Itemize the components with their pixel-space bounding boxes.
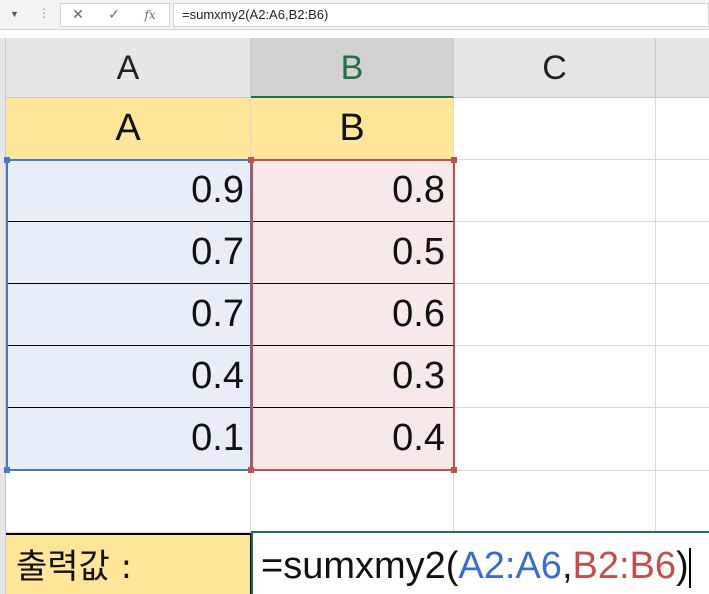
cell-b4[interactable]: 0.6 <box>251 284 454 346</box>
cell-d1[interactable] <box>656 98 709 160</box>
cell-c3[interactable] <box>454 222 656 284</box>
text-cursor <box>688 547 691 588</box>
cell-c1[interactable] <box>454 98 656 160</box>
formula-suffix: ) <box>676 545 689 587</box>
cell-a7[interactable] <box>6 471 251 533</box>
column-header-a[interactable]: A <box>6 38 251 98</box>
cell-b5[interactable]: 0.3 <box>251 346 454 408</box>
cell-b1[interactable]: B <box>251 98 454 160</box>
formula-bar: ▼ ⋮ ✕ ✓ fx =sumxmy2(A2:A6,B2:B6) <box>0 0 709 30</box>
more-options-icon[interactable]: ⋮ <box>38 6 50 20</box>
cell-b3[interactable]: 0.5 <box>251 222 454 284</box>
formula-buttons: ✕ ✓ fx <box>60 3 170 27</box>
formula-edit-cell[interactable]: =sumxmy2(A2:A6,B2:B6) <box>251 531 709 594</box>
range-b-handle-bl[interactable] <box>248 467 254 473</box>
formula-comma: , <box>561 545 573 587</box>
cell-d4[interactable] <box>656 284 709 346</box>
formula-prefix: =sumxmy2( <box>261 545 459 587</box>
cell-a3[interactable]: 0.7 <box>6 222 251 284</box>
close-icon[interactable]: ✕ <box>69 6 87 23</box>
formula-input[interactable]: =sumxmy2(A2:A6,B2:B6) <box>173 3 709 27</box>
cell-d6[interactable] <box>656 408 709 471</box>
cell-a4[interactable]: 0.7 <box>6 284 251 346</box>
range-a-handle-bl[interactable] <box>4 467 10 473</box>
cell-d2[interactable] <box>656 160 709 222</box>
insert-function-button[interactable]: fx <box>141 8 159 22</box>
cell-a5[interactable]: 0.4 <box>6 346 251 408</box>
column-header-b[interactable]: B <box>251 38 454 98</box>
cell-a6[interactable]: 0.1 <box>6 408 251 471</box>
toolbar-separator <box>0 30 709 38</box>
check-icon[interactable]: ✓ <box>105 6 123 23</box>
cell-c6[interactable] <box>454 408 656 471</box>
cell-b2[interactable]: 0.8 <box>251 160 454 222</box>
cell-c2[interactable] <box>454 160 656 222</box>
formula-ref-a: A2:A6 <box>458 545 562 587</box>
cell-c5[interactable] <box>454 346 656 408</box>
range-b-handle-br[interactable] <box>451 467 457 473</box>
column-header-d[interactable] <box>656 38 709 98</box>
cell-a1[interactable]: A <box>6 98 251 160</box>
cell-c4[interactable] <box>454 284 656 346</box>
formula-ref-b: B2:B6 <box>572 545 677 587</box>
range-b-handle-tr[interactable] <box>451 157 457 163</box>
output-label-cell[interactable]: 출력값 : <box>6 533 251 594</box>
cell-d5[interactable] <box>656 346 709 408</box>
cell-b6[interactable]: 0.4 <box>251 408 454 471</box>
cell-d7[interactable] <box>656 471 709 533</box>
cell-b7[interactable] <box>251 471 454 533</box>
range-b-handle-tl[interactable] <box>248 157 254 163</box>
cell-d3[interactable] <box>656 222 709 284</box>
column-header-c[interactable]: C <box>454 38 656 98</box>
cell-c7[interactable] <box>454 471 656 533</box>
range-a-handle-tl[interactable] <box>4 157 10 163</box>
name-box-dropdown-icon[interactable]: ▼ <box>10 9 19 19</box>
cell-a2[interactable]: 0.9 <box>6 160 251 222</box>
